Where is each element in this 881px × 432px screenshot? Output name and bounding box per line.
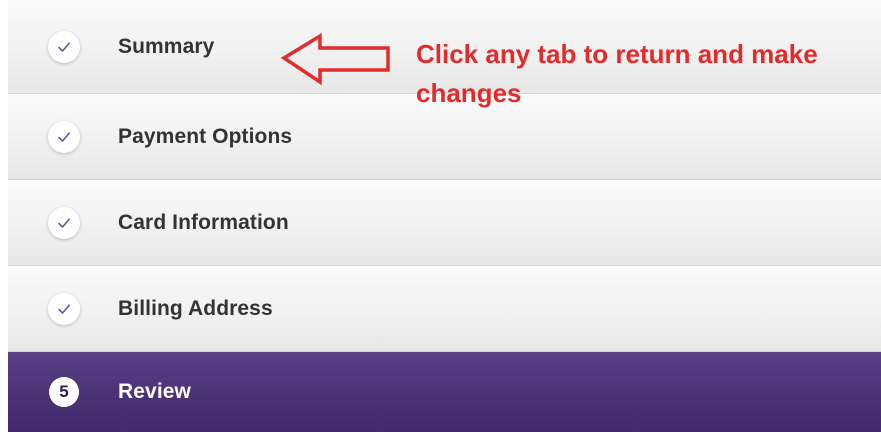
step-label: Payment Options [118,124,293,148]
step-billing-address-tab[interactable]: Billing Address [8,266,881,352]
check-icon [48,206,80,239]
step-label: Review [118,380,191,403]
step-payment-options-tab[interactable]: Payment Options [8,94,881,180]
step-label: Summary [118,34,215,58]
step-review-tab[interactable]: 5 Review [8,352,881,432]
step-summary-tab[interactable]: Summary [8,0,881,94]
check-icon [48,292,80,325]
step-card-information-tab[interactable]: Card Information [8,180,881,266]
checkout-stepper: Summary Payment Options Card Information… [0,0,881,432]
check-icon [48,120,80,153]
step-label: Card Information [118,210,289,234]
step-number-badge: 5 [49,377,79,407]
step-label: Billing Address [118,296,273,320]
check-icon [48,30,80,63]
